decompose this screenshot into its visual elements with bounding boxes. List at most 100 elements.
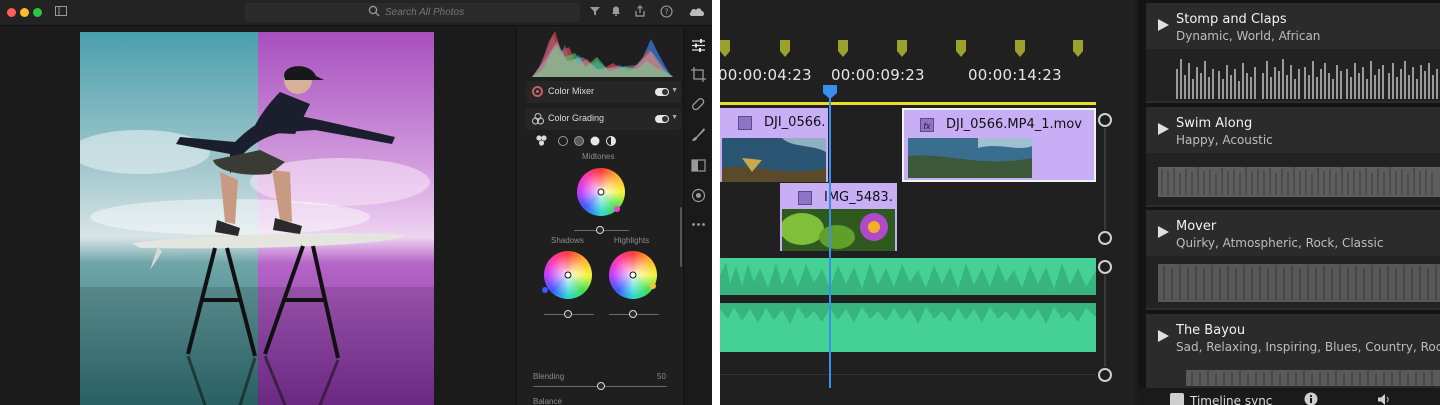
sidebar-toggle-icon[interactable] xyxy=(55,5,67,17)
search-input[interactable] xyxy=(385,5,565,20)
beat-marker[interactable] xyxy=(897,40,907,57)
play-icon[interactable] xyxy=(1158,19,1169,31)
song-header[interactable]: Swim Along Happy, Acoustic xyxy=(1146,107,1440,151)
play-icon[interactable] xyxy=(1158,226,1169,238)
volume-icon[interactable] xyxy=(1378,394,1392,405)
shadows-wheel-center[interactable] xyxy=(564,271,572,279)
chevron-down-icon[interactable]: ▼ xyxy=(671,114,678,121)
track-end-handle[interactable] xyxy=(1098,260,1112,274)
beat-marker[interactable] xyxy=(956,40,966,57)
chevron-down-icon[interactable]: ▼ xyxy=(671,87,678,94)
highlights-wheel-center[interactable] xyxy=(629,271,637,279)
song-item[interactable]: Swim Along Happy, Acoustic xyxy=(1146,107,1440,207)
radial-gradient-icon[interactable] xyxy=(691,188,706,203)
notification-bell-icon[interactable] xyxy=(610,5,622,17)
song-title: Swim Along xyxy=(1176,116,1253,131)
song-item[interactable]: Mover Quirky, Atmospheric, Rock, Classic xyxy=(1146,210,1440,310)
minimize-window-button[interactable] xyxy=(20,8,29,17)
playhead-line[interactable] xyxy=(829,96,831,388)
color-grading-row[interactable]: Color Grading ▼ xyxy=(526,108,681,130)
panel-scrollbar[interactable] xyxy=(680,207,682,267)
search-icon xyxy=(368,5,380,17)
video-clip[interactable]: DJI_0566. xyxy=(720,108,828,182)
song-item[interactable]: The Bayou Sad, Relaxing, Inspiring, Blue… xyxy=(1146,314,1440,388)
beat-marker[interactable] xyxy=(1073,40,1083,57)
filter-icon[interactable] xyxy=(589,5,601,17)
track-end-handle[interactable] xyxy=(1098,113,1112,127)
color-mixer-row[interactable]: Color Mixer ▼ xyxy=(526,81,681,103)
color-mixer-toggle[interactable] xyxy=(655,88,669,96)
song-item[interactable]: Stomp and Claps Dynamic, World, African xyxy=(1146,3,1440,103)
share-icon[interactable] xyxy=(634,5,646,17)
edit-panel: Color Mixer ▼ Color Grading ▼ Midtones S… xyxy=(516,27,683,405)
crop-icon[interactable] xyxy=(691,67,706,82)
track-end-handle[interactable] xyxy=(1098,368,1112,382)
timeline-sync-bar: Timeline sync xyxy=(1138,388,1440,405)
track-end-handle[interactable] xyxy=(1098,231,1112,245)
song-header[interactable]: The Bayou Sad, Relaxing, Inspiring, Blue… xyxy=(1146,314,1440,358)
music-library-panel: Stomp and Claps Dynamic, World, African … xyxy=(1138,0,1440,405)
work-area-bar[interactable] xyxy=(720,102,1096,105)
midtones-wheel-center[interactable] xyxy=(597,188,605,196)
photo-canvas[interactable] xyxy=(0,27,515,405)
heal-icon[interactable] xyxy=(691,97,706,112)
blending-slider-knob[interactable] xyxy=(597,382,605,390)
audio-waveform xyxy=(720,303,1096,324)
timeline[interactable]: 00:00:04:23 00:00:09:23 00:00:14:23 DJI_… xyxy=(720,0,1135,405)
beat-marker[interactable] xyxy=(838,40,848,57)
clip-thumbnail xyxy=(722,138,826,182)
clip-title: DJI_0566. xyxy=(764,115,826,130)
shadows-color-wheel[interactable] xyxy=(542,251,592,299)
highlights-wheel-handle[interactable] xyxy=(650,283,656,289)
svg-text:?: ? xyxy=(664,8,668,17)
midtones-label: Midtones xyxy=(582,152,615,161)
video-clip[interactable]: fx DJI_0566.MP4_1.mov xyxy=(902,108,1096,182)
timeline-sync-checkbox[interactable] xyxy=(1170,393,1184,405)
timeline-sync-label: Timeline sync xyxy=(1190,394,1273,405)
more-icon[interactable] xyxy=(691,217,706,232)
timecode-label: 00:00:09:23 xyxy=(831,66,925,84)
song-title: Stomp and Claps xyxy=(1176,12,1287,27)
play-icon[interactable] xyxy=(1158,123,1169,135)
color-grading-icon xyxy=(532,113,544,125)
audio-track-1[interactable] xyxy=(720,258,1096,295)
beat-marker[interactable] xyxy=(1015,40,1025,57)
title-bar: ? xyxy=(0,0,712,26)
beat-marker[interactable] xyxy=(720,40,730,57)
color-mixer-icon xyxy=(532,86,543,97)
info-icon[interactable] xyxy=(1304,392,1318,405)
beat-marker[interactable] xyxy=(780,40,790,57)
song-header[interactable]: Stomp and Claps Dynamic, World, African xyxy=(1146,3,1440,47)
sliders-icon[interactable] xyxy=(691,38,706,53)
shadows-wheel-handle[interactable] xyxy=(542,287,548,293)
midtones-luminance-knob[interactable] xyxy=(596,226,604,234)
midtones-wheel-handle[interactable] xyxy=(614,206,620,212)
track-end-connector xyxy=(1104,128,1106,230)
song-waveform xyxy=(1146,256,1440,308)
linear-gradient-icon[interactable] xyxy=(691,158,706,173)
help-icon[interactable]: ? xyxy=(660,5,673,18)
brush-icon[interactable] xyxy=(691,127,706,142)
video-clip[interactable]: IMG_5483. xyxy=(780,183,897,251)
shadows-luminance-knob[interactable] xyxy=(564,310,572,318)
clip-thumbnail-icon xyxy=(798,191,812,205)
highlights-luminance-knob[interactable] xyxy=(629,310,637,318)
edited-photo[interactable] xyxy=(80,32,434,405)
close-window-button[interactable] xyxy=(7,8,16,17)
midtones-color-wheel[interactable] xyxy=(577,168,625,216)
grading-mode-selector[interactable] xyxy=(535,134,645,148)
zoom-window-button[interactable] xyxy=(33,8,42,17)
fx-badge[interactable]: fx xyxy=(920,118,934,132)
search-box[interactable] xyxy=(245,3,580,22)
song-title: Mover xyxy=(1176,219,1217,234)
song-tags: Happy, Acoustic xyxy=(1176,133,1273,147)
highlights-label: Highlights xyxy=(614,236,650,245)
highlights-color-wheel[interactable] xyxy=(609,251,657,299)
color-grading-toggle[interactable] xyxy=(655,115,669,123)
cloud-icon[interactable] xyxy=(688,5,706,17)
play-icon[interactable] xyxy=(1158,330,1169,342)
audio-track-2[interactable] xyxy=(720,303,1096,352)
song-header[interactable]: Mover Quirky, Atmospheric, Rock, Classic xyxy=(1146,210,1440,254)
playhead-handle[interactable] xyxy=(822,84,838,100)
song-waveform xyxy=(1186,370,1440,386)
